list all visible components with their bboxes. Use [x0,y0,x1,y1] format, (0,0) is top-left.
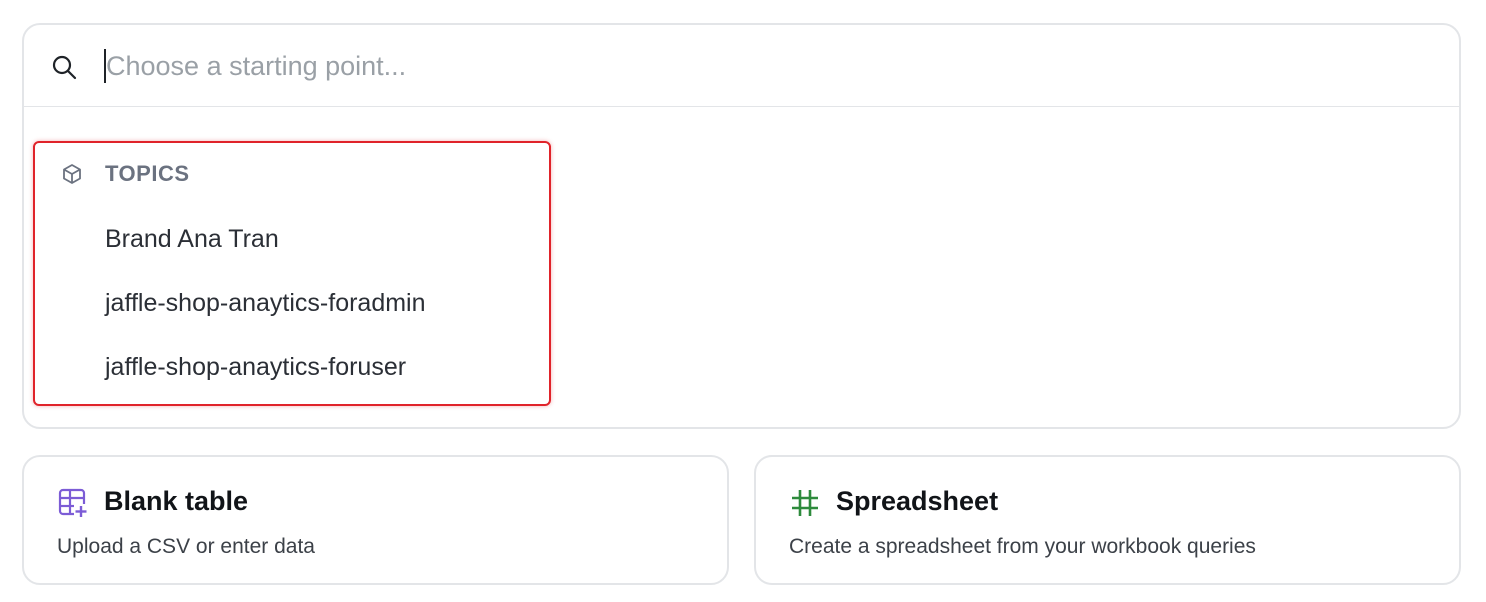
topic-item-jaffle-shop-foruser[interactable]: jaffle-shop-anaytics-foruser [105,353,406,382]
spreadsheet-description: Create a spreadsheet from your workbook … [789,535,1256,558]
topic-item-jaffle-shop-foradmin[interactable]: jaffle-shop-anaytics-foradmin [105,289,426,318]
search-input[interactable] [106,43,1306,89]
spreadsheet-card[interactable]: Spreadsheet Create a spreadsheet from yo… [754,455,1461,585]
search-bar [24,25,1459,107]
topics-heading: TOPICS [105,161,190,186]
blank-table-description: Upload a CSV or enter data [57,535,315,558]
topics-section: TOPICS Brand Ana Tran jaffle-shop-anayti… [33,141,551,406]
blank-table-card[interactable]: Blank table Upload a CSV or enter data [22,455,729,585]
blank-table-title: Blank table [104,486,249,516]
search-icon [52,55,77,80]
grid-hash-icon [792,490,818,516]
cube-icon [63,164,81,184]
topic-item-brand-ana-tran[interactable]: Brand Ana Tran [105,225,279,254]
topics-header: TOPICS [35,157,549,191]
starting-point-panel: TOPICS Brand Ana Tran jaffle-shop-anayti… [22,23,1461,429]
spreadsheet-title: Spreadsheet [836,486,999,516]
table-plus-icon [58,488,88,518]
